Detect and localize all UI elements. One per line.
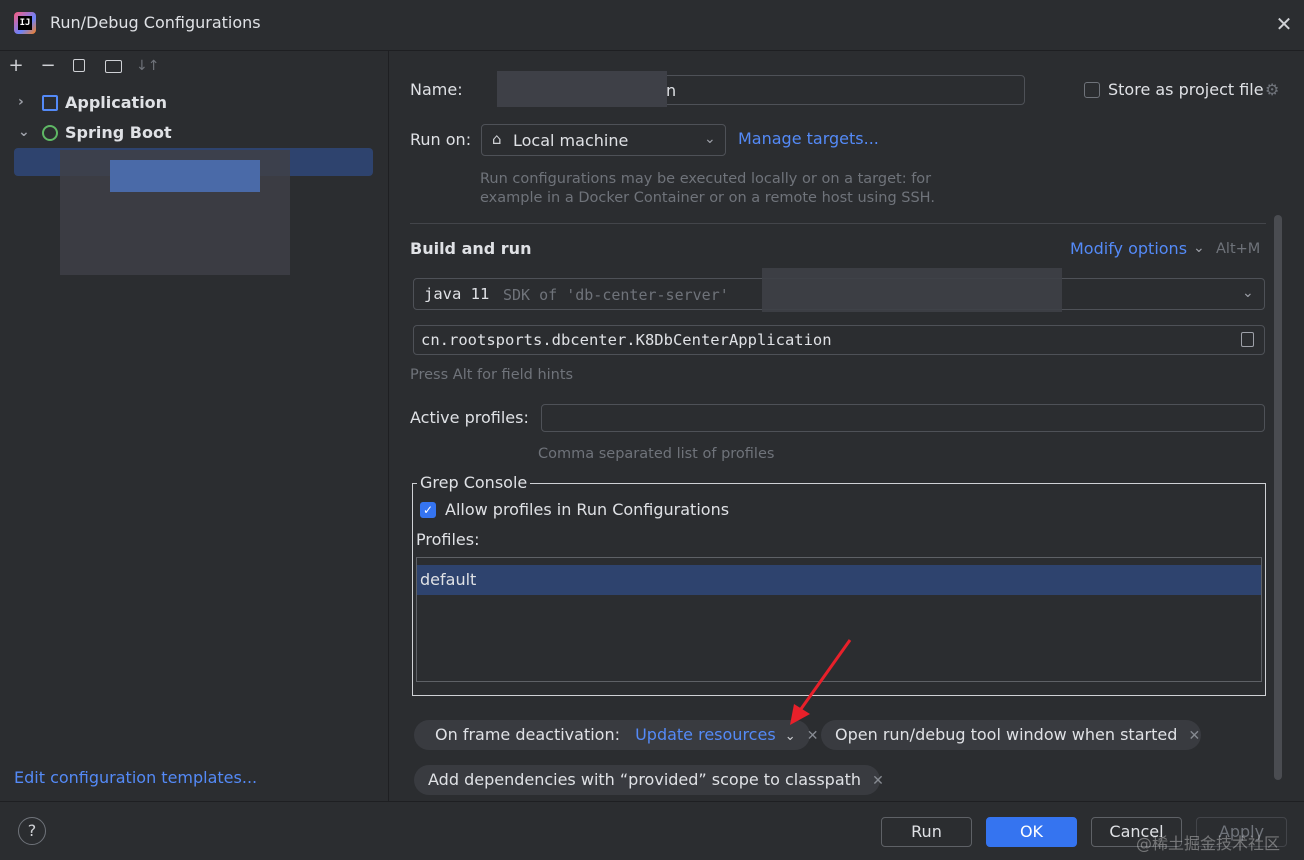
active-profiles-label: Active profiles: bbox=[410, 408, 529, 427]
active-profiles-input[interactable] bbox=[541, 404, 1265, 432]
list-item-label: default bbox=[420, 570, 477, 589]
run-button[interactable]: Run bbox=[881, 817, 972, 847]
build-and-run-heading: Build and run bbox=[410, 239, 532, 258]
modify-options-link[interactable]: Modify options bbox=[1070, 239, 1187, 258]
grep-console-title: Grep Console bbox=[417, 473, 531, 492]
add-icon[interactable]: + bbox=[5, 56, 27, 76]
frame-deactivation-value[interactable]: Update resources bbox=[635, 725, 776, 744]
tree-item-spring-boot[interactable]: ⌄ Spring Boot bbox=[0, 121, 388, 147]
add-dependencies-label: Add dependencies with “provided” scope t… bbox=[428, 770, 862, 789]
add-dependencies-chip[interactable]: Add dependencies with “provided” scope t… bbox=[414, 765, 884, 795]
remove-option-icon[interactable]: ✕ bbox=[807, 728, 819, 744]
copy-icon[interactable] bbox=[73, 59, 85, 72]
frame-deactivation-chip[interactable]: On frame deactivation: Update resources … bbox=[414, 720, 818, 750]
main-class-value: cn.rootsports.dbcenter.K8DbCenterApplica… bbox=[421, 331, 832, 349]
jdk-version: java 11 bbox=[424, 285, 490, 303]
chevron-down-icon: ⌄ bbox=[18, 124, 30, 140]
profiles-label: Profiles: bbox=[416, 530, 480, 549]
red-arrow-annotation bbox=[790, 639, 852, 725]
chevron-down-icon: ⌄ bbox=[784, 729, 796, 744]
application-icon bbox=[42, 95, 58, 111]
sort-icon[interactable]: ↓↑ bbox=[136, 56, 159, 76]
store-as-project-file-checkbox[interactable] bbox=[1084, 82, 1100, 98]
remove-option-icon[interactable]: ✕ bbox=[1188, 728, 1200, 744]
spring-boot-icon bbox=[42, 125, 58, 141]
watermark: @稀土掘金技术社区 bbox=[1136, 834, 1281, 853]
run-on-hint-line-1: Run configurations may be executed local… bbox=[480, 171, 932, 187]
open-tool-window-label: Open run/debug tool window when started bbox=[835, 725, 1178, 744]
allow-profiles-checkbox[interactable]: ✓ bbox=[420, 502, 436, 518]
active-profiles-hint: Comma separated list of profiles bbox=[538, 446, 775, 462]
chevron-right-icon: › bbox=[18, 94, 24, 110]
name-label: Name: bbox=[410, 80, 463, 99]
modify-options-shortcut: Alt+M bbox=[1216, 241, 1261, 257]
ok-button[interactable]: OK bbox=[986, 817, 1077, 847]
chevron-down-icon: ⌄ bbox=[1242, 285, 1254, 301]
run-on-value: Local machine bbox=[513, 131, 629, 150]
run-on-dropdown[interactable]: ⌂ Local machine ⌄ bbox=[481, 124, 726, 156]
window-title: Run/Debug Configurations bbox=[50, 13, 261, 32]
open-tool-window-chip[interactable]: Open run/debug tool window when started … bbox=[821, 720, 1201, 750]
field-hint: Press Alt for field hints bbox=[410, 367, 574, 383]
chevron-down-icon: ⌄ bbox=[1193, 240, 1205, 256]
remove-option-icon[interactable]: ✕ bbox=[872, 773, 884, 789]
gear-icon[interactable]: ⚙ bbox=[1265, 80, 1279, 99]
home-icon: ⌂ bbox=[492, 130, 502, 148]
footer-divider bbox=[0, 801, 1304, 802]
run-on-hint-line-2: example in a Docker Container or on a re… bbox=[480, 190, 935, 206]
tree-item-label: Spring Boot bbox=[65, 123, 172, 142]
frame-deactivation-label: On frame deactivation: bbox=[435, 725, 620, 744]
scrollbar[interactable] bbox=[1274, 215, 1282, 780]
name-value: n bbox=[666, 81, 677, 100]
allow-profiles-label: Allow profiles in Run Configurations bbox=[445, 500, 730, 519]
chevron-down-icon: ⌄ bbox=[704, 131, 716, 147]
section-divider bbox=[410, 223, 1266, 224]
browse-class-icon[interactable] bbox=[1241, 332, 1254, 347]
run-on-label: Run on: bbox=[410, 130, 472, 149]
list-item[interactable]: default bbox=[417, 565, 1261, 595]
edit-configuration-templates-link[interactable]: Edit configuration templates... bbox=[14, 768, 257, 787]
remove-icon[interactable]: − bbox=[37, 56, 59, 76]
tree-item-label: Application bbox=[65, 93, 168, 112]
redacted-name bbox=[497, 71, 667, 107]
manage-targets-link[interactable]: Manage targets... bbox=[738, 129, 879, 148]
tree-item-application[interactable]: › Application bbox=[0, 91, 388, 117]
help-icon[interactable]: ? bbox=[18, 817, 46, 845]
redacted-jdk-path bbox=[762, 268, 1062, 312]
new-folder-icon[interactable] bbox=[105, 60, 122, 73]
redacted-block bbox=[110, 160, 260, 192]
main-class-field[interactable]: cn.rootsports.dbcenter.K8DbCenterApplica… bbox=[413, 325, 1265, 355]
jdk-detail: SDK of 'db-center-server' bbox=[503, 286, 729, 304]
close-icon[interactable]: ✕ bbox=[1270, 10, 1298, 38]
intellij-logo-icon: IJ bbox=[14, 12, 36, 34]
store-as-project-file-label: Store as project file bbox=[1108, 80, 1264, 99]
